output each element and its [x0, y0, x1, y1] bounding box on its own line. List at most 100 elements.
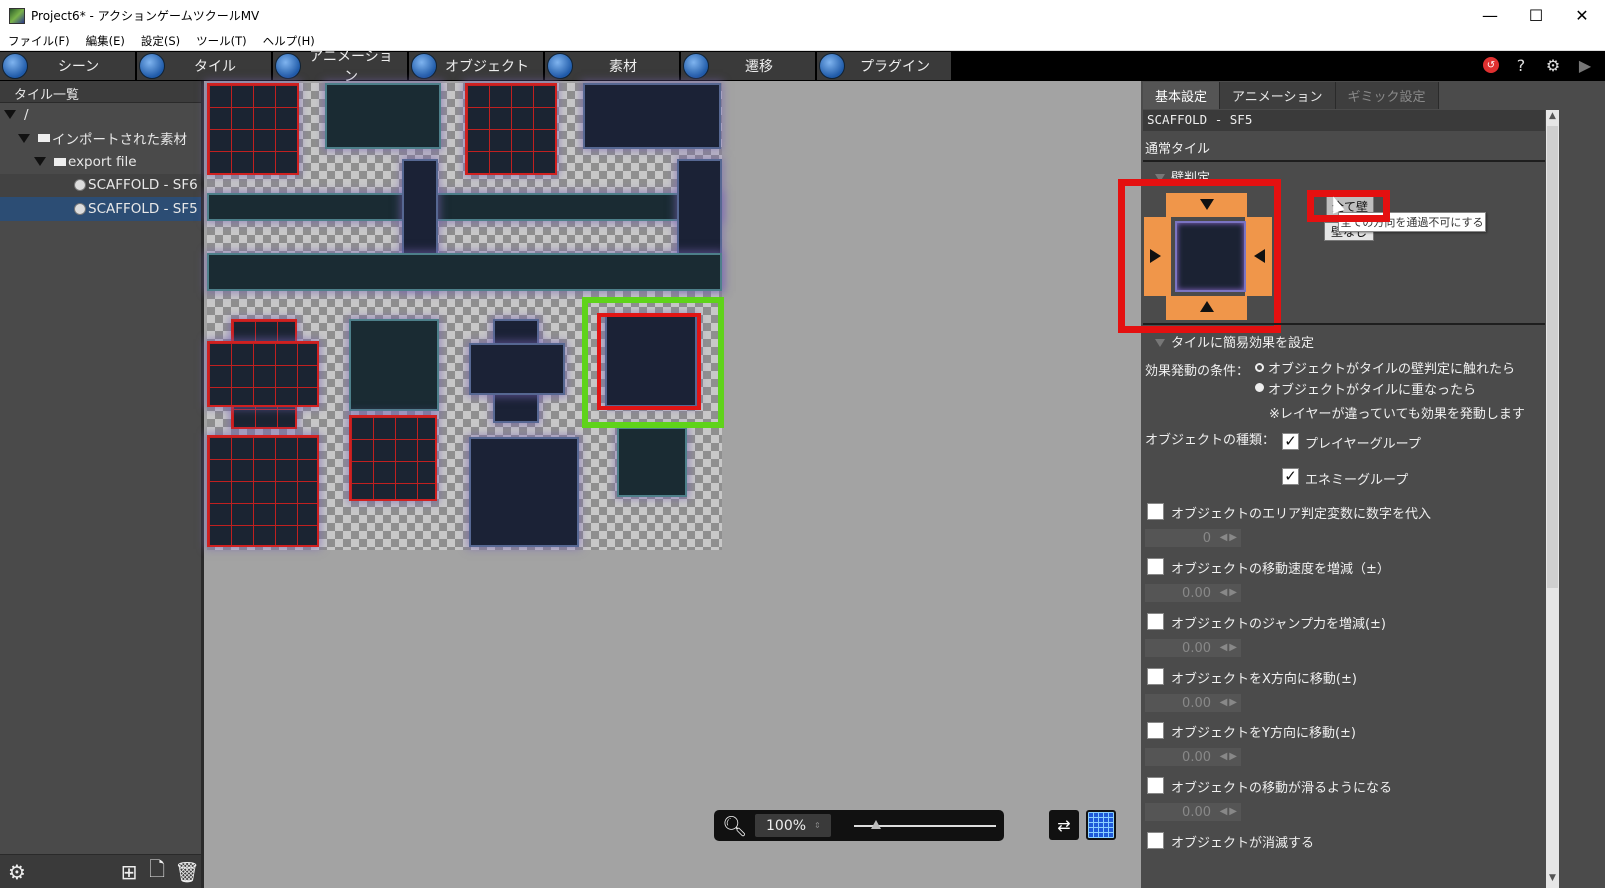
- wall-widget-red-frame: [1118, 179, 1281, 333]
- stepper-arrows-icon[interactable]: ◀▶: [1220, 751, 1239, 762]
- tile-cell[interactable]: [469, 343, 565, 395]
- trigger-option-overlap[interactable]: オブジェクトがタイルに重なったら: [1268, 379, 1476, 398]
- expand-icon[interactable]: [34, 157, 46, 167]
- tab-scene[interactable]: シーン: [0, 52, 137, 80]
- menu-tools[interactable]: ツール(T): [188, 33, 255, 49]
- minimize-button[interactable]: —: [1467, 0, 1513, 31]
- expand-icon[interactable]: [4, 110, 16, 120]
- tree-item-sf5[interactable]: SCAFFOLD - SF5: [0, 197, 201, 221]
- effect-checkbox-slide[interactable]: [1147, 777, 1164, 794]
- tile-cell[interactable]: [617, 427, 687, 497]
- effect-label-area-var[interactable]: オブジェクトのエリア判定変数に数字を代入: [1171, 503, 1431, 522]
- zoom-slider-thumb[interactable]: [871, 820, 881, 829]
- menu-edit[interactable]: 編集(E): [78, 33, 133, 49]
- tile-cell[interactable]: [207, 193, 722, 221]
- trigger-radio-overlap[interactable]: [1255, 383, 1264, 392]
- tile-cell[interactable]: [207, 435, 319, 547]
- tile-cell[interactable]: [349, 415, 437, 501]
- expand-icon[interactable]: [18, 133, 30, 143]
- stepper-arrows-icon[interactable]: ◀▶: [1220, 532, 1239, 543]
- gear-icon[interactable]: ⚙: [6, 860, 28, 884]
- tree-root[interactable]: /: [0, 103, 201, 127]
- menu-settings[interactable]: 設定(S): [133, 33, 188, 49]
- enemy-group-label[interactable]: エネミーグループ: [1305, 469, 1408, 488]
- effect-checkbox-speed[interactable]: [1147, 558, 1164, 575]
- help-icon[interactable]: ?: [1511, 55, 1531, 75]
- tile-canvas[interactable]: 🔍︎ 100% ⇕ ⇄: [204, 81, 1141, 888]
- effect-checkbox-move-y[interactable]: [1147, 722, 1164, 739]
- tile-cell[interactable]: [207, 253, 722, 291]
- zoom-input[interactable]: 100% ⇕: [755, 814, 832, 837]
- tab-gimmick-settings[interactable]: ギミック設定: [1335, 82, 1439, 109]
- tab-transition[interactable]: 遷移: [681, 52, 817, 80]
- effect-value-move-x[interactable]: 0.00 ◀▶: [1145, 694, 1241, 712]
- properties-scrollbar[interactable]: ▲ ▼: [1546, 110, 1559, 888]
- tree-imported[interactable]: インポートされた素材: [0, 127, 201, 151]
- tile-cell[interactable]: [469, 437, 579, 547]
- scroll-thumb[interactable]: [1547, 126, 1558, 588]
- effect-checkbox-vanish[interactable]: [1147, 832, 1164, 849]
- player-group-label[interactable]: プレイヤーグループ: [1305, 433, 1421, 452]
- menu-file[interactable]: ファイル(F): [0, 33, 78, 49]
- tile-list-footer: ⚙ ⊞ 🗋 🗑: [0, 854, 201, 888]
- effect-value-move-y[interactable]: 0.00 ◀▶: [1145, 748, 1241, 766]
- maximize-button[interactable]: ☐: [1513, 0, 1559, 31]
- enemy-group-checkbox[interactable]: ✓: [1282, 468, 1299, 485]
- play-icon[interactable]: ▶: [1575, 55, 1595, 75]
- stepper-arrows-icon[interactable]: ◀▶: [1220, 587, 1239, 598]
- tile-cell[interactable]: [325, 83, 441, 149]
- tile-cell[interactable]: [207, 83, 299, 175]
- tab-object[interactable]: オブジェクト: [409, 52, 545, 80]
- effect-label-speed[interactable]: オブジェクトの移動速度を増減（±）: [1171, 558, 1390, 577]
- effect-value-slide[interactable]: 0.00 ◀▶: [1145, 803, 1241, 821]
- tab-tile[interactable]: タイル: [137, 52, 273, 80]
- effect-checkbox-move-x[interactable]: [1147, 668, 1164, 685]
- tab-plugin[interactable]: プラグイン: [817, 52, 953, 80]
- all-wall-red-frame: [1307, 190, 1390, 222]
- tile-cell[interactable]: [583, 83, 721, 149]
- scroll-down-icon[interactable]: ▼: [1546, 873, 1559, 887]
- material-icon: [547, 53, 573, 79]
- magnifier-icon[interactable]: 🔍︎: [722, 814, 747, 838]
- tab-material[interactable]: 素材: [545, 52, 681, 80]
- stepper-arrows-icon[interactable]: ◀▶: [1220, 806, 1239, 817]
- effect-checkbox-jump[interactable]: [1147, 613, 1164, 630]
- tab-animation-settings[interactable]: アニメーション: [1220, 82, 1336, 109]
- spinner-icon[interactable]: ⇕: [814, 821, 821, 830]
- effect-value-speed[interactable]: 0.00 ◀▶: [1145, 584, 1241, 602]
- trash-icon[interactable]: 🗑: [174, 860, 199, 884]
- tile-list-header: タイル一覧: [0, 81, 201, 103]
- stepper-arrows-icon[interactable]: ◀▶: [1220, 642, 1239, 653]
- player-group-checkbox[interactable]: ✓: [1282, 433, 1299, 450]
- tree-export-file[interactable]: export file: [0, 150, 201, 174]
- effect-label-vanish[interactable]: オブジェクトが消滅する: [1171, 832, 1314, 851]
- stepper-arrows-icon[interactable]: ◀▶: [1220, 697, 1239, 708]
- collapse-icon[interactable]: [1155, 339, 1165, 347]
- effect-value-area-var[interactable]: 0 ◀▶: [1145, 529, 1241, 547]
- title-bar: Project6* - アクションゲームツクールMV — ☐ ✕: [0, 0, 1605, 31]
- effect-label-jump[interactable]: オブジェクトのジャンプ力を増減(±): [1171, 613, 1386, 632]
- effect-label-slide[interactable]: オブジェクトの移動が滑るようになる: [1171, 777, 1392, 796]
- effect-label-move-x[interactable]: オブジェクトをX方向に移動(±): [1171, 668, 1357, 687]
- gear-icon[interactable]: ⚙: [1543, 55, 1563, 75]
- scroll-up-icon[interactable]: ▲: [1546, 111, 1559, 125]
- effect-section-header[interactable]: タイルに簡易効果を設定: [1155, 332, 1314, 351]
- add-file-icon[interactable]: 🗋: [146, 857, 168, 883]
- add-folder-icon[interactable]: ⊞: [118, 860, 140, 884]
- effect-checkbox-area-var[interactable]: [1147, 503, 1164, 520]
- trigger-option-touch[interactable]: オブジェクトがタイルの壁判定に触れたら: [1268, 358, 1515, 377]
- effect-label-move-y[interactable]: オブジェクトをY方向に移動(±): [1171, 722, 1356, 741]
- grid-toggle-button[interactable]: [1086, 810, 1116, 840]
- zoom-bar: 🔍︎ 100% ⇕: [714, 810, 1004, 841]
- effect-value-jump[interactable]: 0.00 ◀▶: [1145, 639, 1241, 657]
- tree-item-sf6[interactable]: SCAFFOLD - SF6: [0, 173, 201, 197]
- tile-cell[interactable]: [207, 341, 319, 407]
- close-button[interactable]: ✕: [1559, 0, 1605, 31]
- swap-view-button[interactable]: ⇄: [1049, 810, 1079, 840]
- tile-cell[interactable]: [465, 83, 557, 175]
- trigger-radio-touch[interactable]: [1255, 363, 1264, 372]
- tab-animation[interactable]: アニメーション: [273, 49, 409, 85]
- tab-basic-settings[interactable]: 基本設定: [1143, 82, 1221, 109]
- undo-icon[interactable]: ↺: [1483, 57, 1499, 73]
- tile-cell[interactable]: [349, 319, 439, 411]
